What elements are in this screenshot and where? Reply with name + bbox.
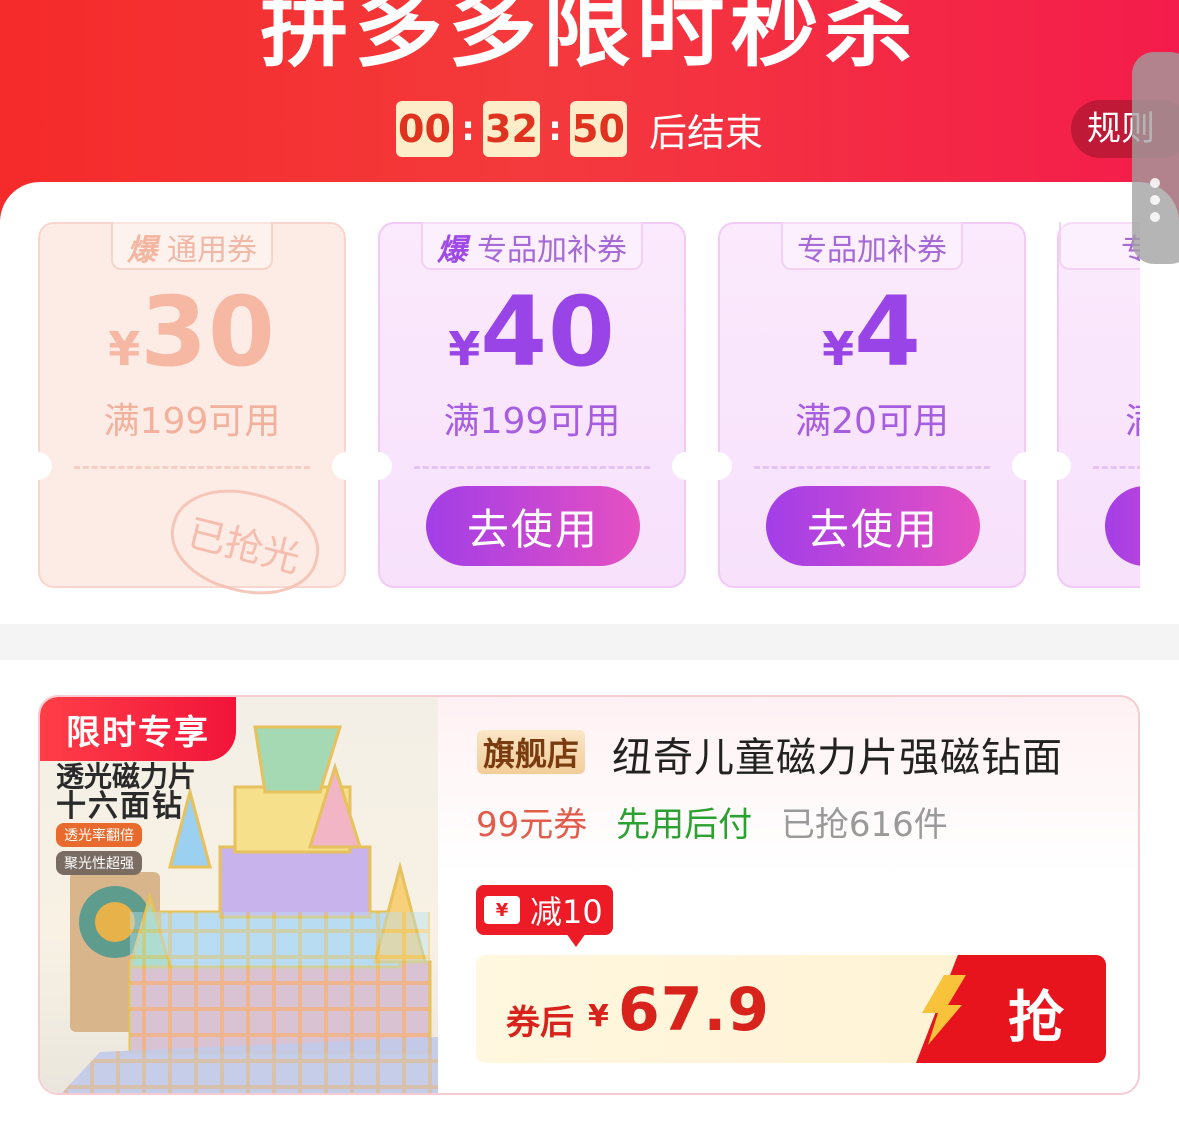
coupon-notch (332, 452, 360, 480)
use-coupon-button[interactable]: 去使用 (426, 486, 640, 566)
coupon-value: 4 (854, 276, 922, 388)
coupon-card: 爆 通用券 ¥30 满199可用 已抢光 (24, 222, 360, 609)
price-value: 67.9 (618, 975, 771, 1045)
coupon-card: 专品加补券 ¥4 满20可用 去使用 (704, 222, 1040, 588)
coupon-card-partial: 专 满 (1043, 222, 1140, 588)
hot-icon: 爆 (437, 233, 467, 268)
coupon-amount: ¥40 (380, 276, 684, 388)
price-bar[interactable]: 券后 ¥ 67.9 抢 (476, 955, 1106, 1063)
flagship-store-badge: 旗舰店 (477, 730, 586, 774)
coupon-divider (74, 466, 310, 469)
countdown-minutes: 32 (483, 101, 540, 157)
countdown-seconds: 50 (570, 101, 627, 157)
coupon-type-tag: 爆 专品加补券 (421, 222, 643, 270)
coupon-divider (754, 466, 990, 469)
coupon-notch (1043, 452, 1071, 480)
countdown-separator: : (461, 109, 475, 149)
coupon-value: 30 (140, 276, 276, 388)
coupon-icon: ¥ (484, 896, 520, 924)
image-caption: 十六面钻 (56, 789, 184, 824)
currency-symbol: ¥ (588, 999, 609, 1034)
coupon-type-tag: 爆 通用券 (111, 222, 273, 270)
coupon-type: 专品加补券 (477, 233, 627, 268)
coupon-condition: 满199可用 (443, 401, 621, 442)
product-image[interactable]: 限时专享 透光磁力片 十六面钻 透光率翻倍 聚光性超强 (40, 697, 438, 1093)
coupon-notch (364, 452, 392, 480)
sold-count: 已抢616件 (780, 805, 948, 845)
countdown-suffix: 后结束 (649, 110, 764, 155)
coupon-text: 99元券 (476, 805, 588, 845)
coupon-divider (414, 466, 650, 469)
coupon-notch (1012, 452, 1040, 480)
currency-symbol: ¥ (108, 322, 141, 376)
image-chip: 聚光性超强 (56, 851, 142, 875)
use-coupon-button[interactable]: 去使用 (766, 486, 980, 566)
countdown-hours: 00 (396, 101, 453, 157)
coupon-scroller[interactable]: 爆 通用券 ¥30 满199可用 已抢光 爆 专品加补券 ¥40 满199可用 … (0, 182, 1140, 624)
floating-side-tab[interactable] (1132, 52, 1179, 264)
price-label: 券后 (506, 1003, 574, 1043)
coupon-type-tag: 专品加补券 (781, 222, 963, 270)
coupon-amount: ¥4 (720, 276, 1024, 388)
product-title[interactable]: 纽奇儿童磁力片强磁钻面 (612, 725, 1063, 783)
coupon-value: 40 (480, 276, 616, 388)
currency-symbol: ¥ (448, 322, 481, 376)
hot-icon: 爆 (127, 233, 157, 268)
countdown-separator: : (548, 109, 562, 149)
countdown-timer: 00 : 32 : 50 后结束 (396, 101, 763, 157)
coupon-notch (672, 452, 700, 480)
limited-offer-tag: 限时专享 (40, 697, 236, 761)
coupon-condition: 满 (1059, 392, 1140, 444)
page-title: 拼多多限时秒杀 (260, 0, 919, 79)
coupon-amount: ¥30 (40, 276, 344, 388)
currency-symbol: ¥ (822, 322, 855, 376)
coupon-card: 爆 专品加补券 ¥40 满199可用 去使用 (364, 222, 700, 588)
coupon-condition: 满199可用 (103, 401, 281, 442)
product-card[interactable]: 限时专享 透光磁力片 十六面钻 透光率翻倍 聚光性超强 旗舰店 纽奇儿童磁力片强… (38, 695, 1140, 1095)
coupon-type: 专品加补券 (797, 233, 947, 268)
pay-later-text: 先用后付 (616, 805, 753, 845)
image-chip: 透光率翻倍 (56, 823, 142, 847)
coupon-type-tag: 专 (1059, 222, 1140, 270)
lightning-icon (922, 975, 966, 1045)
coupon-notch (24, 452, 52, 480)
grab-label[interactable]: 抢 (1008, 973, 1064, 1054)
use-coupon-button[interactable] (1105, 486, 1140, 566)
coupon-notch (704, 452, 732, 480)
tag-pointer (566, 933, 586, 947)
sold-out-stamp: 已抢光 (160, 475, 330, 609)
more-dots-icon (1150, 178, 1160, 222)
coupon-type: 通用券 (167, 233, 257, 268)
section-divider (0, 624, 1179, 660)
coupon-panel: 爆 通用券 ¥30 满199可用 已抢光 爆 专品加补券 ¥40 满199可用 … (0, 182, 1179, 624)
product-meta: 99元券 先用后付 已抢616件 (476, 797, 948, 846)
coupon-condition: 满20可用 (795, 401, 949, 442)
discount-label: 减10 (530, 893, 603, 931)
discount-tag: ¥ 减10 (476, 885, 613, 947)
coupon-divider (1093, 466, 1140, 469)
